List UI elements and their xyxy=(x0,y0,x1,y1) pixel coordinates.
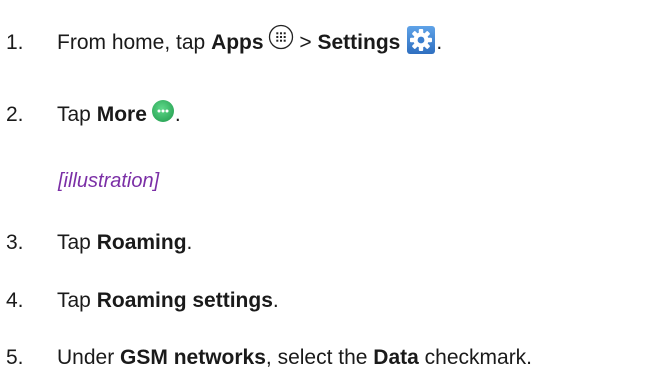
step-text-segment: . xyxy=(174,103,181,126)
step-text: From home, tap Apps > Settings . xyxy=(57,24,443,58)
step-text-segment: > xyxy=(293,31,318,54)
step-number: 3. xyxy=(6,231,24,254)
step-number: 2. xyxy=(6,103,24,126)
step-text-segment: . xyxy=(436,31,443,54)
step-text: Under GSM networks , select the Data che… xyxy=(57,346,532,370)
roaming-label: Roaming xyxy=(96,231,187,254)
apps-label: Apps xyxy=(211,31,264,54)
step-text-segment: From home, tap xyxy=(57,31,212,54)
step-text-segment: , select the xyxy=(265,346,374,369)
step-text: Tap More . xyxy=(57,100,181,127)
step-number: 1. xyxy=(6,31,24,54)
settings-gear-icon xyxy=(406,25,436,55)
step-text-segment: checkmark. xyxy=(418,346,533,369)
step-text-segment: Tap xyxy=(57,231,97,254)
step-text-segment: Tap xyxy=(57,103,97,126)
step-text-segment: Tap xyxy=(57,289,97,312)
data-label: Data xyxy=(373,346,419,369)
gsm-networks-label: GSM networks xyxy=(120,346,266,369)
step-text-segment: . xyxy=(186,231,193,254)
step-text-segment: Under xyxy=(57,346,121,369)
step-text: Tap Roaming . xyxy=(57,231,192,255)
step-number: 4. xyxy=(6,289,24,312)
roaming-settings-label: Roaming settings xyxy=(96,289,273,312)
step-number: 5. xyxy=(6,346,24,369)
step-text: Tap Roaming settings . xyxy=(57,289,279,313)
settings-label: Settings xyxy=(317,31,401,54)
apps-grid-icon xyxy=(268,24,294,50)
illustration-placeholder: [illustration] xyxy=(58,170,160,192)
step-text-segment: . xyxy=(272,289,279,312)
more-dots-icon xyxy=(151,99,175,123)
more-label: More xyxy=(96,103,147,126)
